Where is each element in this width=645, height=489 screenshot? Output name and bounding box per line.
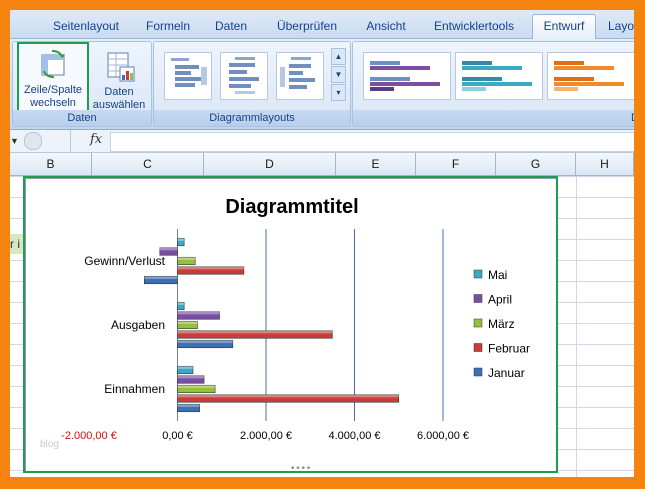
bar-highlight-mai-1 <box>177 302 185 305</box>
tab-seitenlayout[interactable]: Seitenlayout <box>44 15 128 37</box>
legend-label-3: Februar <box>488 342 530 356</box>
column-header-b[interactable]: B <box>10 153 92 175</box>
legend-swatch-0 <box>473 269 483 279</box>
chart-style-2[interactable] <box>455 52 543 100</box>
tab-ueberpruefen[interactable]: Überprüfen <box>268 15 346 37</box>
cut-cell-text: r i <box>10 234 24 254</box>
bar-highlight-januar-2 <box>144 276 178 279</box>
legend-label-0: Mai <box>488 268 507 282</box>
excel-window: Seitenlayout Formeln Daten Überprüfen An… <box>10 10 634 477</box>
group-daten: Zeile/Spalte wechseln Daten auswählen Da… <box>12 41 152 127</box>
bar-highlight-april-0 <box>177 375 205 379</box>
bar-highlight-februar-2 <box>177 266 244 270</box>
group-diagrammlayouts: ▲ ▼ ▾ Diagrammlayouts <box>153 41 351 127</box>
layouts-more[interactable]: ▾ <box>331 84 346 101</box>
x-tick-label-0: -2.000,00 € <box>61 430 117 442</box>
chart-layout-2[interactable] <box>220 52 268 100</box>
column-header-g[interactable]: G <box>496 153 576 175</box>
group-styles-label: D <box>353 110 634 126</box>
watermark-text: blog <box>40 439 59 450</box>
chart-layout-3[interactable] <box>276 52 324 100</box>
x-tick-label-1: 0,00 € <box>162 430 193 442</box>
tab-formeln[interactable]: Formeln <box>138 15 198 37</box>
grid-col-line-h <box>576 176 577 477</box>
legend-label-2: März <box>488 317 515 331</box>
column-header-h[interactable]: H <box>576 153 634 175</box>
formula-bar-expand-handle[interactable] <box>24 132 42 150</box>
bar-highlight-april-1 <box>177 311 220 315</box>
bar-highlight-januar-1 <box>177 340 233 343</box>
layouts-scroll-up[interactable]: ▲ <box>331 48 346 65</box>
x-tick-label-3: 4.000,00 € <box>329 430 381 442</box>
column-header-e[interactable]: E <box>336 153 416 175</box>
group-daten-label: Daten <box>13 110 151 126</box>
group-diagrammformatvorlagen: D <box>352 41 634 127</box>
chart-area[interactable]: Diagrammtitel -2.000,00 € 0,00 € 2.000,00 €… <box>25 178 558 473</box>
x-tick-label-4: 6.000,00 € <box>417 430 469 442</box>
category-label-2: Gewinn/Verlust <box>84 254 165 268</box>
formula-input[interactable] <box>110 132 634 152</box>
switch-label-line2: wechseln <box>30 97 76 109</box>
switch-row-column-button[interactable]: Zeile/Spalte wechseln <box>17 42 89 112</box>
ribbon-tab-bar: Seitenlayout Formeln Daten Überprüfen An… <box>10 10 634 39</box>
legend-label-4: Januar <box>488 366 525 380</box>
x-tick-label-2: 2.000,00 € <box>240 430 292 442</box>
switch-row-column-icon <box>41 50 65 78</box>
layouts-scroll-down[interactable]: ▼ <box>331 66 346 83</box>
tab-daten[interactable]: Daten <box>206 15 256 37</box>
select-data-button[interactable]: Daten auswählen <box>89 44 149 111</box>
category-label-0: Einnahmen <box>104 382 165 396</box>
bar-highlight-mai-2 <box>177 238 185 241</box>
bar-highlight-februar-1 <box>177 330 333 334</box>
chart-layout-2-icon <box>229 57 259 94</box>
formula-divider <box>70 130 71 152</box>
select-data-icon <box>107 52 135 82</box>
namebox-dropdown-icon[interactable]: ▼ <box>10 136 19 146</box>
column-headers: B C D E F G H <box>10 153 634 176</box>
legend-swatch-3 <box>473 343 483 352</box>
chart-style-3[interactable] <box>547 52 634 100</box>
fx-button[interactable]: fx <box>90 132 102 147</box>
bar-highlight-märz-0 <box>177 385 216 388</box>
bar-highlight-mai-0 <box>177 366 193 369</box>
select-data-label-line1: Daten <box>104 86 134 98</box>
ribbon: Zeile/Spalte wechseln Daten auswählen Da… <box>10 39 634 130</box>
bar-highlight-januar-0 <box>177 404 200 407</box>
chart-style-3-icon <box>554 61 624 91</box>
legend-swatch-1 <box>473 294 483 303</box>
bar-highlight-märz-2 <box>177 257 196 260</box>
column-header-f[interactable]: F <box>416 153 496 175</box>
category-label-1: Ausgaben <box>111 318 165 332</box>
column-header-c[interactable]: C <box>92 153 204 175</box>
bar-highlight-april-2 <box>159 247 178 251</box>
chart-layout-1[interactable] <box>164 52 212 100</box>
legend-label-1: April <box>488 293 512 307</box>
chart-layout-3-icon <box>280 57 315 89</box>
chart-title: Diagrammtitel <box>225 196 358 218</box>
tab-entwicklertools[interactable]: Entwicklertools <box>426 15 522 37</box>
group-diagrammlayouts-label: Diagrammlayouts <box>154 110 350 126</box>
legend-swatch-4 <box>473 367 483 377</box>
formula-bar: ▼ fx <box>10 130 634 153</box>
tab-layout[interactable]: Layo <box>608 15 634 37</box>
bar-highlight-märz-1 <box>177 321 198 324</box>
chart-svg: Diagrammtitel -2.000,00 € 0,00 € 2.000,00 €… <box>40 196 530 472</box>
chart-style-1-icon <box>370 61 440 91</box>
tab-ansicht[interactable]: Ansicht <box>356 15 416 37</box>
chart-style-2-icon <box>462 61 532 91</box>
chart-layout-1-icon <box>171 58 207 87</box>
legend-swatch-2 <box>473 318 483 328</box>
tab-entwurf[interactable]: Entwurf <box>532 14 596 39</box>
column-header-d[interactable]: D <box>204 153 336 175</box>
chart-style-1[interactable] <box>363 52 451 100</box>
chart-resize-handle: •••• <box>290 464 311 472</box>
switch-label-line1: Zeile/Spalte <box>23 84 83 96</box>
bar-highlight-februar-0 <box>177 394 399 398</box>
